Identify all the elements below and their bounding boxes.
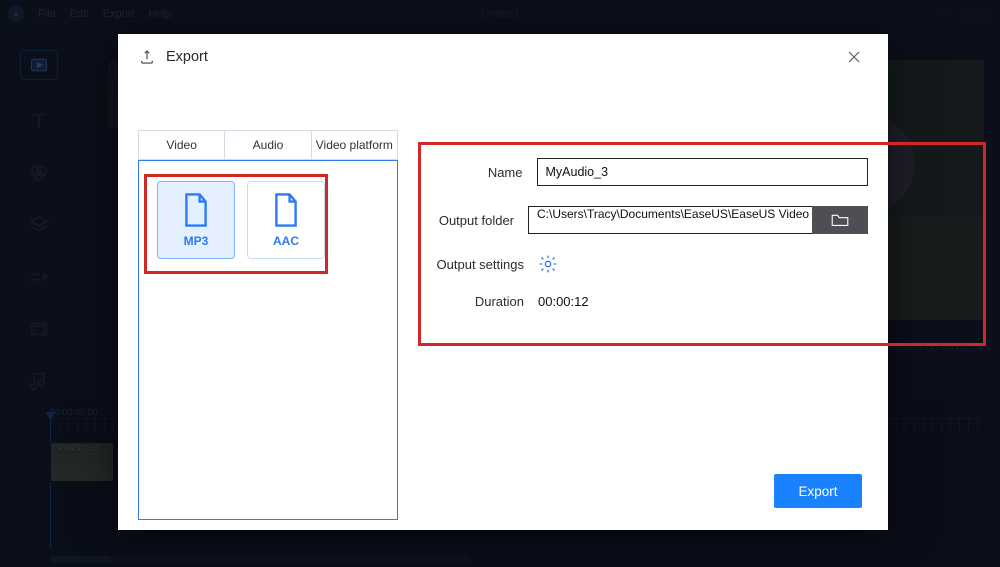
format-mp3[interactable]: MP3 (157, 181, 235, 259)
export-button-label: Export (798, 484, 837, 499)
output-folder-input[interactable]: C:\Users\Tracy\Documents\EaseUS\EaseUS V… (528, 206, 812, 234)
close-button[interactable] (840, 43, 868, 71)
file-icon (271, 192, 301, 228)
folder-icon (830, 213, 850, 227)
tab-video-platform[interactable]: Video platform (311, 131, 397, 159)
label-duration: Duration (418, 294, 538, 309)
format-tabs: Video Audio Video platform (138, 130, 398, 160)
duration-value: 00:00:12 (538, 294, 589, 309)
browse-folder-button[interactable] (812, 206, 868, 234)
modal-header: Export (118, 34, 888, 80)
label-name: Name (418, 165, 537, 180)
name-input[interactable] (537, 158, 869, 186)
label-output-settings: Output settings (418, 257, 538, 272)
tab-video[interactable]: Video (139, 131, 224, 159)
export-modal: Export Video Audio Video platform MP3 AA… (118, 34, 888, 530)
export-button[interactable]: Export (774, 474, 862, 508)
file-icon (181, 192, 211, 228)
export-form: Name Output folder C:\Users\Tracy\Docume… (418, 158, 868, 329)
format-panel: MP3 AAC (138, 160, 398, 520)
export-icon (138, 48, 156, 66)
close-icon (847, 50, 861, 64)
tab-audio[interactable]: Audio (224, 131, 310, 159)
label-output-folder: Output folder (418, 213, 528, 228)
format-aac-label: AAC (273, 234, 299, 248)
format-aac[interactable]: AAC (247, 181, 325, 259)
format-mp3-label: MP3 (184, 234, 209, 248)
modal-title: Export (166, 49, 208, 65)
settings-gear-icon[interactable] (538, 254, 558, 274)
